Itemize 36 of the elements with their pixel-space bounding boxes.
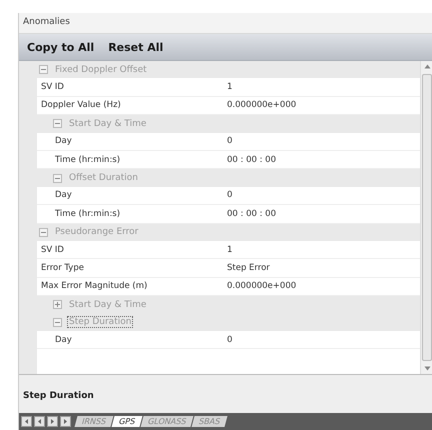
property-name: Day <box>54 136 73 146</box>
property-value[interactable]: 1 <box>227 244 232 255</box>
property-value[interactable]: 0.000000e+000 <box>227 281 296 292</box>
toolbar-button[interactable]: Reset All <box>106 38 166 56</box>
property-value[interactable]: 1 <box>227 82 232 92</box>
property-name: SV ID <box>40 82 65 92</box>
property-name: Day <box>54 334 73 345</box>
property-value[interactable]: 0 <box>227 190 232 200</box>
property-name: SV ID <box>40 244 65 255</box>
property-name: Time (hr:min:s) <box>54 208 122 219</box>
expander-icon[interactable] <box>39 228 48 237</box>
tab-scroll-icon[interactable] <box>60 416 71 427</box>
property-value[interactable]: 0.000000e+000 <box>227 100 296 110</box>
expander-icon[interactable] <box>53 318 62 327</box>
tab-scroll-icon[interactable] <box>21 416 32 427</box>
expander-icon[interactable] <box>53 119 62 128</box>
property-value[interactable]: 00 : 00 : 00 <box>227 154 276 165</box>
tab-scroll-icon[interactable] <box>47 416 58 427</box>
scrollbar-drawing[interactable] <box>420 61 432 374</box>
tab-scroll-icon[interactable] <box>34 416 45 427</box>
expander-icon[interactable] <box>53 174 62 183</box>
sheet-tab[interactable]: GPS <box>112 416 143 427</box>
description-title: Step Duration <box>23 391 94 401</box>
toolbar-button[interactable]: Copy to All <box>25 38 96 56</box>
panel-title: Anomalies <box>19 13 432 34</box>
property-name: Time (hr:min:s) <box>54 154 122 165</box>
expander-icon[interactable] <box>39 65 48 74</box>
property-value[interactable]: 00 : 00 : 00 <box>227 208 276 219</box>
property-value[interactable]: Step Error <box>227 262 270 273</box>
property-value[interactable]: 0 <box>227 334 232 345</box>
property-name: Max Error Magnitude (m) <box>40 281 148 292</box>
expander-icon[interactable] <box>53 300 62 310</box>
property-name: Error Type <box>40 262 85 273</box>
property-name: Day <box>54 190 73 200</box>
property-name: Doppler Value (Hz) <box>40 100 122 110</box>
property-value[interactable]: 0 <box>227 136 232 146</box>
